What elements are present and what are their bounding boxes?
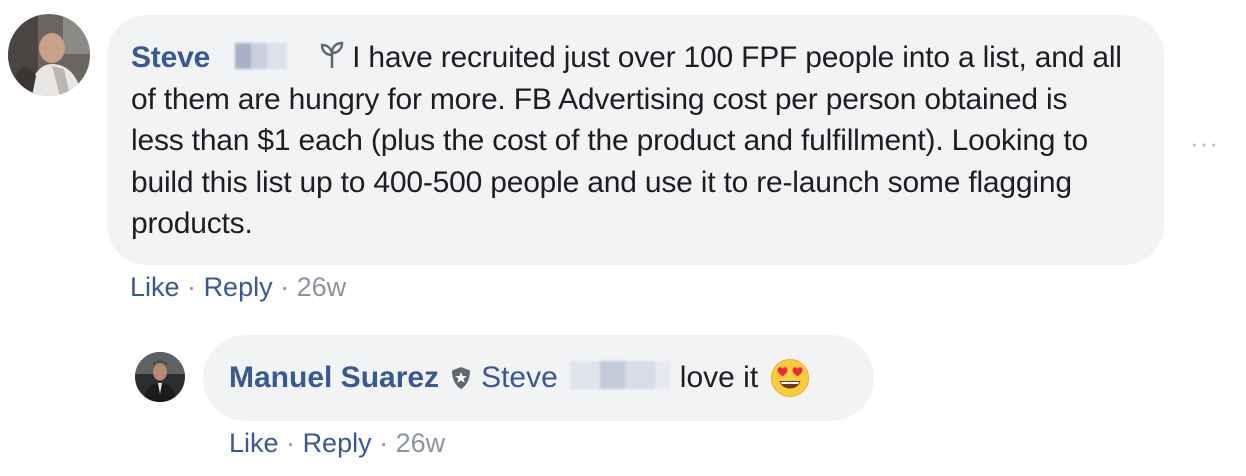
- avatar-photo: [135, 352, 185, 402]
- heart-eyes-emoji-icon: [771, 359, 810, 397]
- comment-text: I have recruited just over 100 FPF peopl…: [131, 41, 1122, 240]
- avatar-photo: [8, 14, 90, 96]
- separator: ·: [379, 428, 389, 458]
- comment-timestamp[interactable]: 26w: [297, 272, 347, 302]
- comment-actions: Like · Reply · 26w: [130, 272, 346, 303]
- sprout-icon: [320, 41, 344, 68]
- reply-author-link[interactable]: Manuel Suarez: [229, 361, 439, 395]
- more-options-icon[interactable]: ···: [1190, 130, 1219, 156]
- redacted-name: [224, 43, 315, 70]
- comment-bubble: Steve I have recruited just over 100 FPF …: [107, 15, 1164, 265]
- separator: ·: [286, 428, 296, 458]
- reply-timestamp[interactable]: 26w: [396, 428, 446, 458]
- reply-text: love it: [679, 361, 759, 394]
- separator: ·: [280, 272, 290, 302]
- commenter-avatar[interactable]: [8, 14, 90, 96]
- separator: ·: [187, 272, 197, 302]
- like-button[interactable]: Like: [130, 272, 180, 302]
- comment-author-link[interactable]: Steve: [131, 41, 210, 74]
- reply-button[interactable]: Reply: [204, 272, 273, 302]
- reply-bubble: Manuel Suarez Steve love it: [203, 335, 874, 421]
- like-button[interactable]: Like: [229, 428, 279, 458]
- redacted-name: [569, 361, 670, 389]
- reply-actions: Like · Reply · 26w: [229, 428, 445, 459]
- reply-avatar[interactable]: [135, 352, 185, 402]
- comment-thread: Steve I have recruited just over 100 FPF …: [0, 0, 1246, 476]
- shield-star-icon: [452, 367, 471, 389]
- reply-button[interactable]: Reply: [303, 428, 372, 458]
- mention-link[interactable]: Steve: [481, 361, 558, 395]
- comment-body: Steve I have recruited just over 100 FPF …: [131, 37, 1124, 245]
